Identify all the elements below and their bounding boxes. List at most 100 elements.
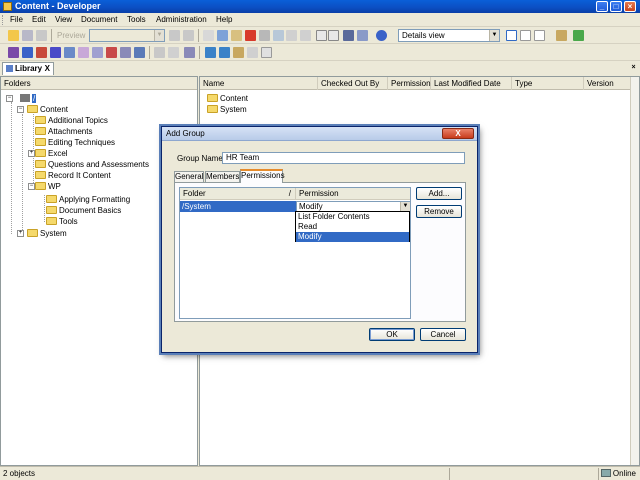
list-item-content[interactable]: Content: [207, 93, 248, 104]
close-tab-icon[interactable]: ×: [629, 63, 638, 72]
paste-icon[interactable]: [231, 30, 242, 41]
group-name-field[interactable]: HR Team: [222, 152, 465, 164]
properties-icon[interactable]: [169, 30, 180, 41]
new-topic-icon[interactable]: [36, 47, 47, 58]
document-tabstrip: Library X ×: [0, 61, 640, 75]
tree-item-applying-formatting[interactable]: Applying Formatting: [46, 194, 130, 205]
tab-general[interactable]: General: [174, 171, 204, 182]
column-permission[interactable]: Permission: [388, 77, 431, 90]
expander-icon[interactable]: −: [6, 95, 13, 102]
grid-column-permission[interactable]: Permission: [296, 188, 410, 200]
tree-item-excel[interactable]: + Excel: [28, 148, 68, 159]
list-item-system[interactable]: System: [207, 104, 247, 115]
check-in-icon[interactable]: [233, 47, 244, 58]
menu-document[interactable]: Document: [81, 15, 117, 24]
grid-column-folder[interactable]: Folder /: [180, 188, 296, 200]
tree-item-tools[interactable]: Tools: [46, 216, 78, 227]
tree-item-attachments[interactable]: Attachments: [35, 126, 92, 137]
link-icon[interactable]: [120, 47, 131, 58]
menu-help[interactable]: Help: [216, 15, 232, 24]
tab-members[interactable]: Members: [205, 171, 240, 182]
tab-permissions[interactable]: Permissions: [240, 169, 285, 183]
preview-button[interactable]: Preview: [57, 31, 85, 40]
tree-item-system[interactable]: + System: [17, 228, 67, 239]
check-out-icon[interactable]: [247, 47, 258, 58]
list-scrollbar[interactable]: [630, 77, 639, 465]
remove-button[interactable]: Remove: [416, 205, 462, 218]
menu-view[interactable]: View: [55, 15, 72, 24]
column-checked-out-by[interactable]: Checked Out By: [318, 77, 388, 90]
publish-icon[interactable]: [184, 47, 195, 58]
menu-administration[interactable]: Administration: [156, 15, 207, 24]
tree-item-wp[interactable]: − WP: [28, 181, 61, 192]
split-view-icon[interactable]: [520, 30, 531, 41]
option-read[interactable]: Read: [296, 222, 409, 232]
column-name[interactable]: Name: [200, 77, 318, 90]
column-type[interactable]: Type: [512, 77, 584, 90]
cancel-button[interactable]: Cancel: [420, 328, 466, 341]
help-icon[interactable]: [376, 30, 387, 41]
tree-root[interactable]: − /: [6, 93, 37, 104]
preview-combo[interactable]: ▼: [89, 29, 165, 42]
collapse-icon[interactable]: [316, 30, 327, 41]
move-up-icon[interactable]: [205, 47, 216, 58]
view-mode-select[interactable]: Details view ▼: [398, 29, 500, 42]
ok-button[interactable]: OK: [369, 328, 415, 341]
print-icon[interactable]: [36, 30, 47, 41]
chevron-down-icon[interactable]: ▼: [400, 202, 410, 211]
dialog-close-button[interactable]: X: [442, 128, 474, 139]
list-view-icon[interactable]: [534, 30, 545, 41]
tree-item-document-basics[interactable]: Document Basics: [46, 205, 121, 216]
tree-item-editing-techniques[interactable]: Editing Techniques: [35, 137, 115, 148]
rename-icon[interactable]: [259, 30, 270, 41]
column-last-modified[interactable]: Last Modified Date: [431, 77, 512, 90]
open-icon[interactable]: [8, 30, 19, 41]
maximize-button[interactable]: □: [610, 1, 622, 12]
tab-library-label: Library: [15, 64, 43, 73]
new-section-icon[interactable]: [22, 47, 33, 58]
details-view-icon[interactable]: [506, 30, 517, 41]
attachment-icon[interactable]: [134, 47, 145, 58]
option-list-folder-contents[interactable]: List Folder Contents: [296, 212, 409, 222]
export-icon[interactable]: [168, 47, 179, 58]
tree-item-additional-topics[interactable]: Additional Topics: [35, 115, 108, 126]
import-icon[interactable]: [154, 47, 165, 58]
menu-edit[interactable]: Edit: [32, 15, 46, 24]
delete-icon[interactable]: [245, 30, 256, 41]
tree-item-record-it-content[interactable]: Record It Content: [35, 170, 111, 181]
tab-library[interactable]: Library X: [2, 62, 54, 75]
record-icon[interactable]: [50, 47, 61, 58]
history-icon[interactable]: [261, 47, 272, 58]
find-icon[interactable]: [273, 30, 284, 41]
filter-icon[interactable]: [357, 30, 368, 41]
tree-item-content[interactable]: − Content: [17, 104, 68, 115]
glossary-icon[interactable]: [64, 47, 75, 58]
tab-close-icon[interactable]: X: [45, 63, 50, 74]
expander-icon[interactable]: +: [28, 150, 35, 157]
layout-icon[interactable]: [183, 30, 194, 41]
window-icon[interactable]: [556, 30, 567, 41]
assessment-icon[interactable]: [106, 47, 117, 58]
expand-icon[interactable]: [328, 30, 339, 41]
copy-icon[interactable]: [217, 30, 228, 41]
add-button[interactable]: Add...: [416, 187, 462, 200]
undo-icon[interactable]: [286, 30, 297, 41]
close-button[interactable]: ×: [624, 1, 636, 12]
package-icon[interactable]: [78, 47, 89, 58]
menu-file[interactable]: File: [10, 15, 23, 24]
menu-tools[interactable]: Tools: [127, 15, 146, 24]
move-down-icon[interactable]: [219, 47, 230, 58]
tree-item-questions[interactable]: Questions and Assessments: [35, 159, 149, 170]
redo-icon[interactable]: [300, 30, 311, 41]
option-modify[interactable]: Modify: [296, 232, 409, 242]
minimize-button[interactable]: _: [596, 1, 608, 12]
question-icon[interactable]: [92, 47, 103, 58]
search-icon[interactable]: [343, 30, 354, 41]
expander-icon[interactable]: −: [17, 106, 24, 113]
save-icon[interactable]: [22, 30, 33, 41]
expander-icon[interactable]: +: [17, 230, 24, 237]
new-module-icon[interactable]: [8, 47, 19, 58]
refresh-icon[interactable]: [573, 30, 584, 41]
expander-icon[interactable]: −: [28, 183, 35, 190]
cut-icon[interactable]: [203, 30, 214, 41]
